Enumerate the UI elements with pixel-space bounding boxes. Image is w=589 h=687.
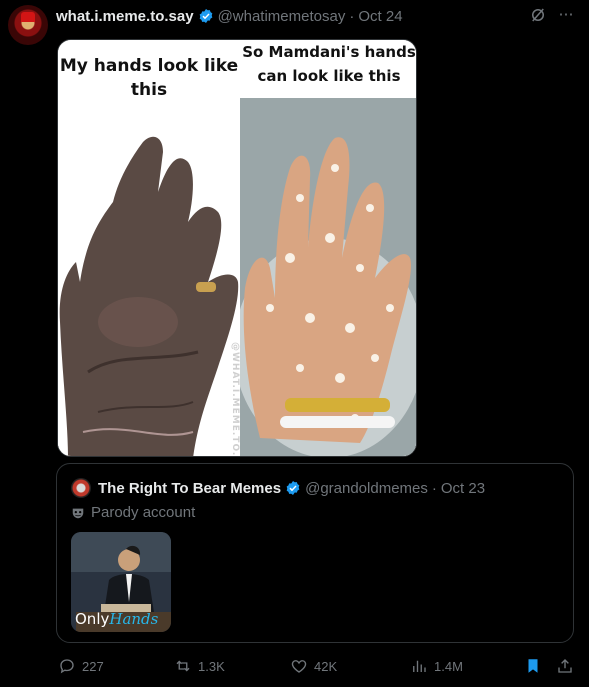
author-avatar[interactable] — [8, 5, 48, 45]
verified-badge-icon — [286, 481, 300, 495]
reply-button[interactable]: 227 — [58, 656, 104, 676]
meme-watermark: @WHAT.I.MEME.TO.SAY — [230, 342, 240, 457]
reply-count: 227 — [82, 658, 104, 674]
post-header: what.i.meme.to.say @whatimemetosay · Oct… — [56, 6, 573, 26]
author-handle[interactable]: @whatimemetosay — [218, 8, 346, 25]
meme-right-panel: So Mamdani's hands can look like this — [240, 40, 416, 456]
rice-hand-photo — [240, 98, 416, 456]
quoted-header: The Right To Bear Memes @grandoldmemes ·… — [71, 478, 485, 498]
more-icon[interactable]: ⋯ — [557, 6, 575, 24]
quoted-author-handle[interactable]: @grandoldmemes — [305, 480, 428, 497]
meme-left-caption: My hands look like this — [59, 56, 239, 100]
separator-dot: · — [349, 7, 355, 25]
parody-mask-icon — [72, 508, 84, 518]
share-icon — [558, 659, 572, 673]
author-name[interactable]: what.i.meme.to.say — [56, 8, 194, 25]
grok-icon[interactable] — [529, 6, 547, 24]
repost-icon — [176, 660, 190, 672]
onlyhands-logo: OnlyHands — [75, 610, 158, 628]
like-icon — [291, 660, 307, 673]
views-button[interactable]: 1.4M — [410, 656, 463, 676]
post-date[interactable]: Oct 24 — [358, 8, 402, 25]
meme-image[interactable]: My hands look like this So Mamdani's han… — [57, 39, 417, 457]
parody-label: Parody account — [71, 504, 195, 521]
meme-right-caption: So Mamdani's hands can look like this — [242, 43, 416, 85]
parody-label-text: Parody account — [91, 504, 196, 521]
header-actions: ⋯ — [529, 6, 575, 24]
reply-icon — [60, 659, 74, 674]
like-count: 42K — [314, 658, 338, 674]
like-button[interactable]: 42K — [290, 656, 337, 676]
views-icon — [413, 660, 426, 672]
verified-badge-icon — [199, 9, 212, 23]
meme-left-panel: My hands look like this — [58, 40, 240, 456]
thumb-text-only: Only — [75, 610, 110, 628]
repost-count: 1.3K — [198, 658, 225, 674]
quoted-author-name[interactable]: The Right To Bear Memes — [98, 480, 281, 497]
share-button[interactable] — [556, 656, 574, 676]
view-count: 1.4M — [434, 658, 463, 674]
quoted-post-date[interactable]: Oct 23 — [441, 480, 485, 497]
dirty-hand-photo — [58, 122, 240, 456]
action-bar: 227 1.3K 42K 1.4M — [58, 656, 578, 676]
separator-dot: · — [431, 479, 437, 497]
quoted-post[interactable]: The Right To Bear Memes @grandoldmemes ·… — [56, 463, 574, 643]
quoted-media-thumbnail[interactable]: OnlyHands — [71, 532, 171, 632]
quoted-author-avatar[interactable] — [71, 478, 91, 498]
bookmark-button[interactable] — [524, 656, 542, 676]
bookmark-icon — [528, 659, 538, 673]
thumb-text-hands: Hands — [109, 610, 159, 628]
repost-button[interactable]: 1.3K — [174, 656, 225, 676]
